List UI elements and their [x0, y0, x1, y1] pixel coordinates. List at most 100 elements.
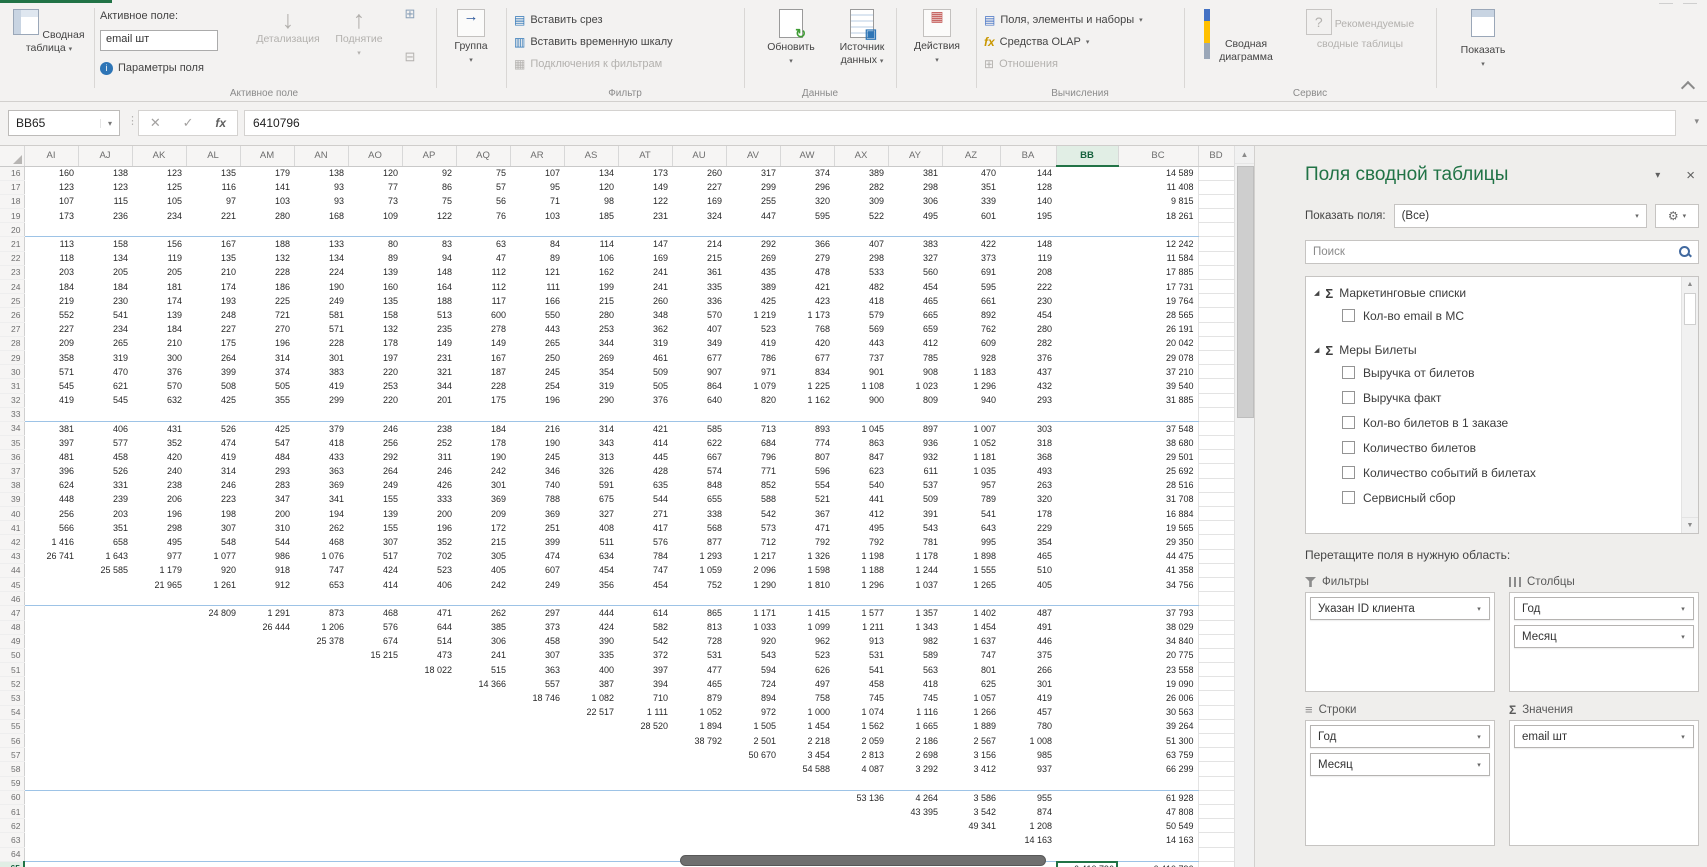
cell[interactable]: 621 [78, 379, 132, 393]
cell[interactable] [1056, 464, 1118, 478]
cell[interactable]: 1 562 [834, 719, 888, 733]
cell[interactable]: 215 [564, 294, 618, 308]
cell[interactable]: 260 [672, 166, 726, 180]
chevron-down-icon[interactable]: ▾ [1469, 733, 1489, 741]
cell[interactable] [564, 762, 618, 776]
cell[interactable]: 118 [24, 251, 78, 265]
cell[interactable]: 355 [240, 393, 294, 407]
cell[interactable] [24, 833, 78, 847]
cell[interactable]: 399 [510, 535, 564, 549]
cell[interactable] [132, 606, 186, 620]
cell[interactable]: 313 [564, 450, 618, 464]
cell[interactable]: 351 [78, 521, 132, 535]
cell[interactable]: 121 [510, 265, 564, 279]
cell[interactable] [510, 705, 564, 719]
cell[interactable] [1198, 847, 1234, 861]
row-header-30[interactable]: 30 [0, 365, 24, 379]
cell[interactable]: 389 [834, 166, 888, 180]
cell[interactable]: 278 [456, 322, 510, 336]
cell[interactable]: 877 [672, 535, 726, 549]
row-header-64[interactable]: 64 [0, 847, 24, 861]
expand-triangle-icon[interactable]: ◢ [1314, 289, 1319, 297]
cell[interactable]: 1 810 [780, 577, 834, 591]
cell[interactable]: 166 [510, 294, 564, 308]
cell[interactable]: 324 [672, 209, 726, 223]
cell[interactable] [186, 790, 240, 804]
cell[interactable]: 190 [456, 450, 510, 464]
cell[interactable]: 28 565 [1118, 308, 1198, 322]
cell[interactable]: 28 516 [1118, 478, 1198, 492]
cell[interactable] [240, 762, 294, 776]
cell[interactable]: 66 299 [1118, 762, 1198, 776]
cell[interactable]: 526 [186, 421, 240, 435]
cell[interactable] [564, 833, 618, 847]
cell[interactable] [78, 804, 132, 818]
cell[interactable]: 293 [240, 464, 294, 478]
cell[interactable] [240, 663, 294, 677]
cell[interactable] [186, 719, 240, 733]
cell[interactable]: 134 [78, 251, 132, 265]
cell[interactable]: 298 [132, 521, 186, 535]
cell[interactable]: 495 [132, 535, 186, 549]
cell[interactable]: 389 [726, 280, 780, 294]
cell[interactable] [456, 776, 510, 790]
cell[interactable]: 547 [240, 436, 294, 450]
cell[interactable]: 484 [240, 450, 294, 464]
cell[interactable]: 1 293 [672, 549, 726, 563]
cell[interactable]: 1 079 [726, 379, 780, 393]
cell[interactable]: 412 [888, 336, 942, 350]
cell[interactable] [834, 223, 888, 237]
cell[interactable] [24, 592, 78, 606]
cell[interactable]: 848 [672, 478, 726, 492]
field-item[interactable]: Сервисный сбор [1314, 485, 1678, 510]
cell[interactable]: 493 [1000, 464, 1056, 478]
cell[interactable]: 955 [1000, 790, 1056, 804]
cell[interactable] [1198, 436, 1234, 450]
cell[interactable]: 103 [510, 209, 564, 223]
cell[interactable] [294, 861, 348, 867]
cell[interactable]: 758 [780, 691, 834, 705]
cell[interactable] [726, 790, 780, 804]
cell[interactable]: 149 [402, 336, 456, 350]
cell[interactable] [294, 847, 348, 861]
cell[interactable]: 300 [132, 350, 186, 364]
cell[interactable]: 677 [672, 350, 726, 364]
cell[interactable]: 928 [942, 350, 1000, 364]
expand-triangle-icon[interactable]: ◢ [1314, 346, 1319, 354]
cell[interactable] [672, 790, 726, 804]
cell[interactable]: 31 885 [1118, 393, 1198, 407]
cell[interactable]: 635 [618, 478, 672, 492]
cell[interactable]: 190 [510, 436, 564, 450]
cell[interactable]: 362 [618, 322, 672, 336]
cell[interactable]: 918 [240, 563, 294, 577]
cell[interactable]: 1 357 [888, 606, 942, 620]
cell[interactable] [942, 776, 1000, 790]
cell[interactable] [240, 592, 294, 606]
cell[interactable]: 614 [618, 606, 672, 620]
cell[interactable]: 982 [888, 634, 942, 648]
row-header-45[interactable]: 45 [0, 577, 24, 591]
chevron-down-icon[interactable]: ▾ [1673, 733, 1693, 741]
cell[interactable]: 563 [888, 663, 942, 677]
cell[interactable] [24, 677, 78, 691]
cell[interactable]: 894 [726, 691, 780, 705]
cell[interactable]: 1 261 [186, 577, 240, 591]
cell[interactable] [564, 819, 618, 833]
cell[interactable]: 84 [510, 237, 564, 251]
cell[interactable]: 333 [402, 492, 456, 506]
cell[interactable]: 1 402 [942, 606, 1000, 620]
cell[interactable]: 22 517 [564, 705, 618, 719]
cell[interactable]: 367 [780, 507, 834, 521]
cell[interactable]: 625 [942, 677, 1000, 691]
cell[interactable]: 1 178 [888, 549, 942, 563]
cell[interactable]: 320 [780, 194, 834, 208]
cell[interactable] [132, 804, 186, 818]
cell[interactable]: 425 [726, 294, 780, 308]
cell[interactable]: 482 [834, 280, 888, 294]
cell[interactable] [672, 748, 726, 762]
chevron-down-icon[interactable]: ▾ [1673, 605, 1693, 613]
column-header-AY[interactable]: AY [888, 146, 942, 166]
cell[interactable]: 792 [780, 535, 834, 549]
cell[interactable] [240, 677, 294, 691]
cell[interactable] [780, 407, 834, 421]
